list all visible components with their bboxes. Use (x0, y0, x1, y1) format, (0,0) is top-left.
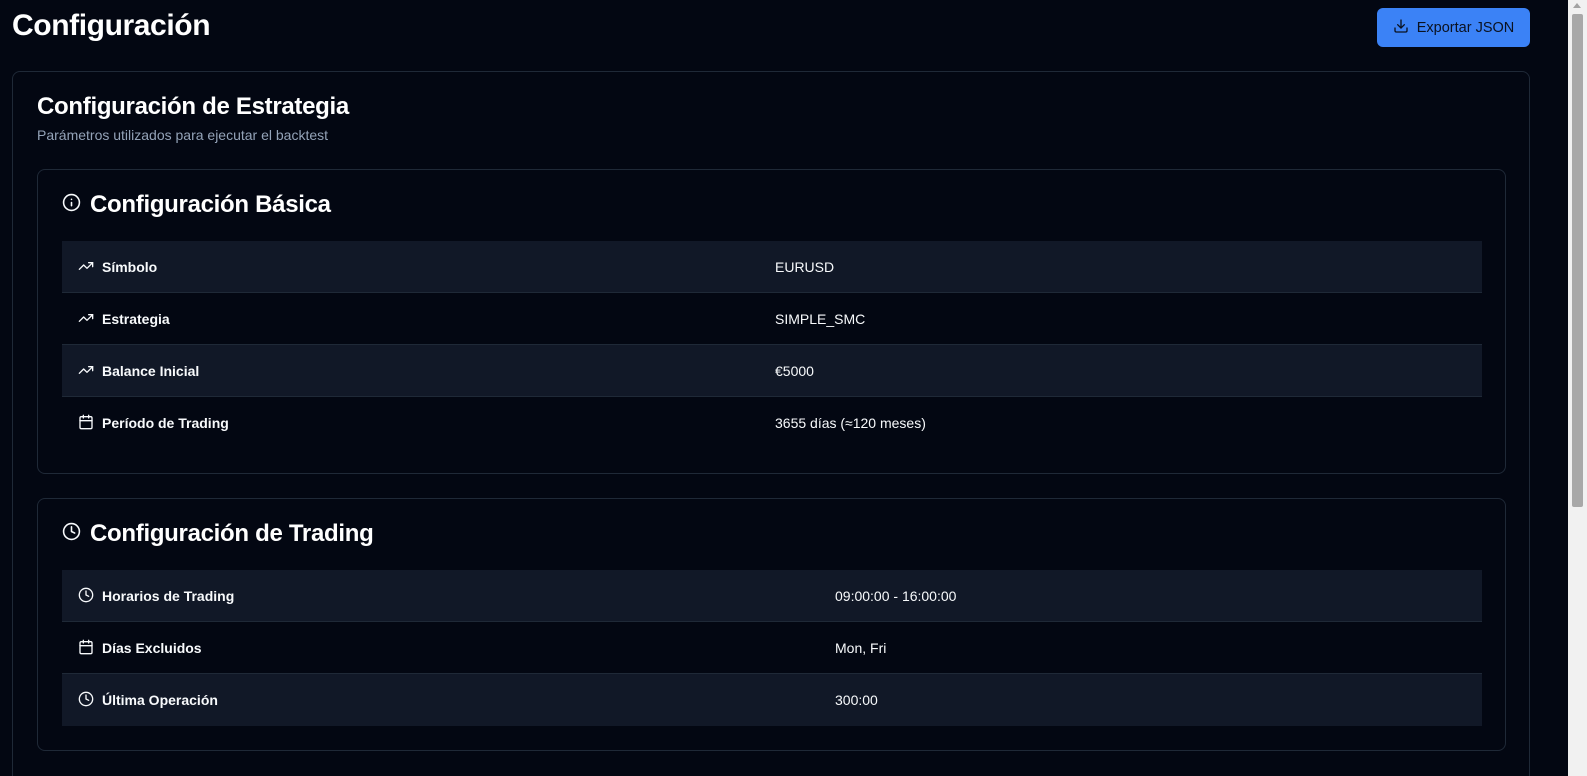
row-label: Símbolo (102, 259, 158, 275)
row-value: 09:00:00 - 16:00:00 (835, 588, 957, 604)
trading-config-header: Configuración de Trading (62, 520, 374, 548)
row-label: Horarios de Trading (102, 588, 235, 604)
row-value: Mon, Fri (835, 640, 887, 656)
vertical-scrollbar[interactable] (1568, 0, 1587, 776)
row-value: 3655 días (≈120 meses) (775, 415, 926, 431)
row-label: Estrategia (102, 311, 170, 327)
basic-config-table: Símbolo EURUSD Estrategia SIMPLE_SMC Bal… (62, 241, 1482, 449)
trading-config-section: Configuración de Trading Horarios de Tra… (37, 498, 1506, 751)
clock-icon (78, 691, 94, 710)
card-title: Configuración de Estrategia (37, 93, 349, 120)
basic-config-section: Configuración Básica Símbolo EURUSD Estr… (37, 169, 1506, 474)
trading-config-table: Horarios de Trading 09:00:00 - 16:00:00 (62, 570, 1482, 726)
trading-config-title: Configuración de Trading (90, 520, 374, 547)
calendar-icon (78, 414, 94, 433)
table-row: Estrategia SIMPLE_SMC (62, 293, 1482, 345)
row-label: Balance Inicial (102, 363, 200, 379)
table-row: Horarios de Trading 09:00:00 - 16:00:00 (62, 570, 1482, 622)
trending-up-icon (78, 310, 94, 329)
table-row: Símbolo EURUSD (62, 241, 1482, 293)
basic-config-title: Configuración Básica (90, 191, 331, 218)
scroll-thumb[interactable] (1572, 14, 1583, 507)
card-subtitle: Parámetros utilizados para ejecutar el b… (37, 127, 329, 143)
table-row: Última Operación 300:00 (62, 674, 1482, 726)
row-label: Última Operación (102, 692, 218, 708)
trending-up-icon (78, 258, 94, 277)
page-title: Configuración (12, 9, 211, 42)
calendar-icon (78, 639, 94, 658)
download-icon (1393, 18, 1409, 38)
scroll-up-arrow-icon[interactable] (1573, 3, 1581, 8)
export-json-label: Exportar JSON (1416, 19, 1515, 36)
row-label: Días Excluidos (102, 640, 202, 656)
trending-up-icon (78, 362, 94, 381)
strategy-config-card: Configuración de Estrategia Parámetros u… (12, 71, 1530, 776)
row-value: 300:00 (835, 692, 878, 708)
row-value: SIMPLE_SMC (775, 311, 866, 327)
table-row: Días Excluidos Mon, Fri (62, 622, 1482, 674)
row-value: EURUSD (775, 259, 835, 275)
clock-icon (78, 587, 94, 606)
table-row: Período de Trading 3655 días (≈120 meses… (62, 397, 1482, 449)
basic-config-header: Configuración Básica (62, 191, 331, 219)
info-icon (62, 193, 81, 217)
clock-icon (62, 522, 81, 546)
table-row: Balance Inicial €5000 (62, 345, 1482, 397)
row-label: Período de Trading (102, 415, 229, 431)
row-value: €5000 (775, 363, 814, 379)
configuration-page: Configuración Exportar JSON Configuració… (0, 0, 1568, 776)
export-json-button[interactable]: Exportar JSON (1377, 8, 1530, 47)
